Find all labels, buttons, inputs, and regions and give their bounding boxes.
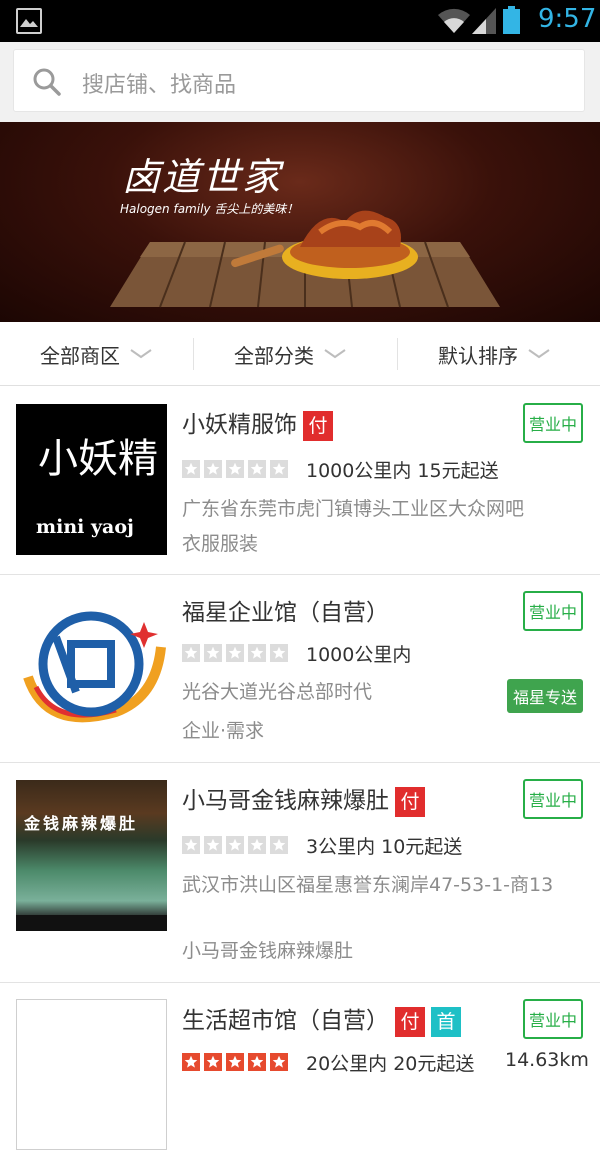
star-icon: [270, 1053, 288, 1071]
filter-bar: 全部商区 全部分类 默认排序: [0, 322, 600, 386]
shop-item[interactable]: 福星企业馆（自营） 1000公里内 光谷大道光谷总部时代 企业·需求 营业中 福…: [0, 575, 600, 763]
shop-item[interactable]: 生活超市馆（自营）付首 20公里内 20元起送 14.63km 营业中: [0, 983, 600, 1150]
star-icon: [182, 644, 200, 662]
shop-logo: [16, 592, 167, 743]
star-icon: [204, 460, 222, 478]
star-icon: [226, 1053, 244, 1071]
shop-logo: 金钱麻辣爆肚: [16, 780, 167, 931]
star-icon: [226, 460, 244, 478]
storefront-photo: [16, 780, 167, 931]
search-placeholder: 搜店铺、找商品: [82, 73, 237, 98]
star-icon: [270, 460, 288, 478]
image-icon: [16, 8, 42, 34]
star-icon: [248, 1053, 266, 1071]
logo-subtext: mini yaoj: [36, 516, 134, 538]
delivery-info: 3公里内 10元起送: [306, 836, 463, 858]
shop-category: 小马哥金钱麻辣爆肚: [182, 940, 354, 962]
nav-bar-image: [16, 915, 167, 931]
search-icon: [33, 68, 61, 96]
shop-item[interactable]: 小妖精 mini yaoj 小妖精服饰付 1000公里内 15元起送 广东省东莞…: [0, 387, 600, 575]
star-icon: [182, 836, 200, 854]
star-icon: [204, 1053, 222, 1071]
shop-name: 小妖精服饰付: [182, 405, 333, 441]
shop-name: 福星企业馆（自营）: [182, 593, 389, 627]
rating-stars: [182, 460, 288, 478]
status-bar: 9:57: [0, 0, 600, 42]
chevron-down-icon: [528, 349, 550, 359]
filter-district-label: 全部商区: [40, 343, 120, 368]
star-icon: [182, 1053, 200, 1071]
status-badge: 营业中: [523, 999, 583, 1039]
pay-tag: 付: [303, 410, 333, 441]
delivery-info: 1000公里内 15元起送: [306, 460, 499, 482]
divider: [397, 338, 398, 370]
pay-tag: 付: [395, 1006, 425, 1037]
promo-banner[interactable]: 卤道世家 Halogen family 舌尖上的美味！: [0, 122, 600, 322]
search-input[interactable]: 搜店铺、找商品: [13, 49, 585, 112]
shop-category: 衣服服装: [182, 533, 259, 555]
wifi-icon: [438, 8, 470, 34]
shop-item[interactable]: 金钱麻辣爆肚 小马哥金钱麻辣爆肚付 3公里内 10元起送 武汉市洪山区福星惠誉东…: [0, 763, 600, 983]
chevron-down-icon: [130, 349, 152, 359]
filter-sort-label: 默认排序: [438, 343, 518, 368]
storefront-sign: 金钱麻辣爆肚: [24, 814, 139, 833]
star-icon: [248, 460, 266, 478]
shop-distance: 14.63km: [505, 1049, 589, 1071]
rating-stars: [182, 836, 288, 854]
rating-stars: [182, 644, 288, 662]
express-delivery-badge: 福星专送: [507, 679, 583, 713]
shop-address: 光谷大道光谷总部时代: [182, 681, 373, 703]
shop-logo: [16, 999, 167, 1150]
banner-table-image: [110, 210, 500, 308]
first-order-tag: 首: [431, 1006, 461, 1037]
shop-name-text: 生活超市馆（自营）: [182, 1008, 389, 1034]
pay-tag: 付: [395, 786, 425, 817]
logo-text: 小妖精: [38, 436, 158, 482]
shop-logo: 小妖精 mini yaoj: [16, 404, 167, 555]
star-icon: [204, 836, 222, 854]
star-icon: [248, 644, 266, 662]
shop-name-text: 小马哥金钱麻辣爆肚: [182, 788, 389, 814]
status-badge: 营业中: [523, 591, 583, 631]
status-badge: 营业中: [523, 779, 583, 819]
filter-sort[interactable]: 默认排序: [438, 322, 550, 386]
clock: 9:57: [538, 4, 597, 34]
star-icon: [204, 644, 222, 662]
delivery-info: 1000公里内: [306, 644, 412, 666]
divider: [193, 338, 194, 370]
chevron-down-icon: [324, 349, 346, 359]
rating-stars: [182, 1053, 288, 1071]
battery-icon: [503, 6, 520, 34]
shop-name: 小马哥金钱麻辣爆肚付: [182, 781, 425, 817]
search-bar: 搜店铺、找商品: [0, 42, 600, 122]
delivery-info: 20公里内 20元起送: [306, 1053, 475, 1075]
shop-category: 企业·需求: [182, 720, 265, 742]
star-icon: [270, 644, 288, 662]
shop-address: 武汉市洪山区福星惠誉东澜岸47-53-1-商13: [182, 874, 554, 896]
shop-name-text: 小妖精服饰: [182, 412, 297, 438]
star-icon: [248, 836, 266, 854]
star-icon: [182, 460, 200, 478]
shop-name: 生活超市馆（自营）付首: [182, 1001, 461, 1037]
signal-icon: [472, 8, 496, 34]
filter-district[interactable]: 全部商区: [40, 322, 152, 386]
filter-category-label: 全部分类: [234, 343, 314, 368]
star-icon: [226, 644, 244, 662]
star-icon: [270, 836, 288, 854]
shop-address: 广东省东莞市虎门镇博头工业区大众网吧: [182, 498, 525, 520]
status-badge: 营业中: [523, 403, 583, 443]
filter-category[interactable]: 全部分类: [234, 322, 346, 386]
star-icon: [226, 836, 244, 854]
fuxing-logo-image: [23, 611, 166, 723]
shop-name-text: 福星企业馆（自营）: [182, 600, 389, 626]
